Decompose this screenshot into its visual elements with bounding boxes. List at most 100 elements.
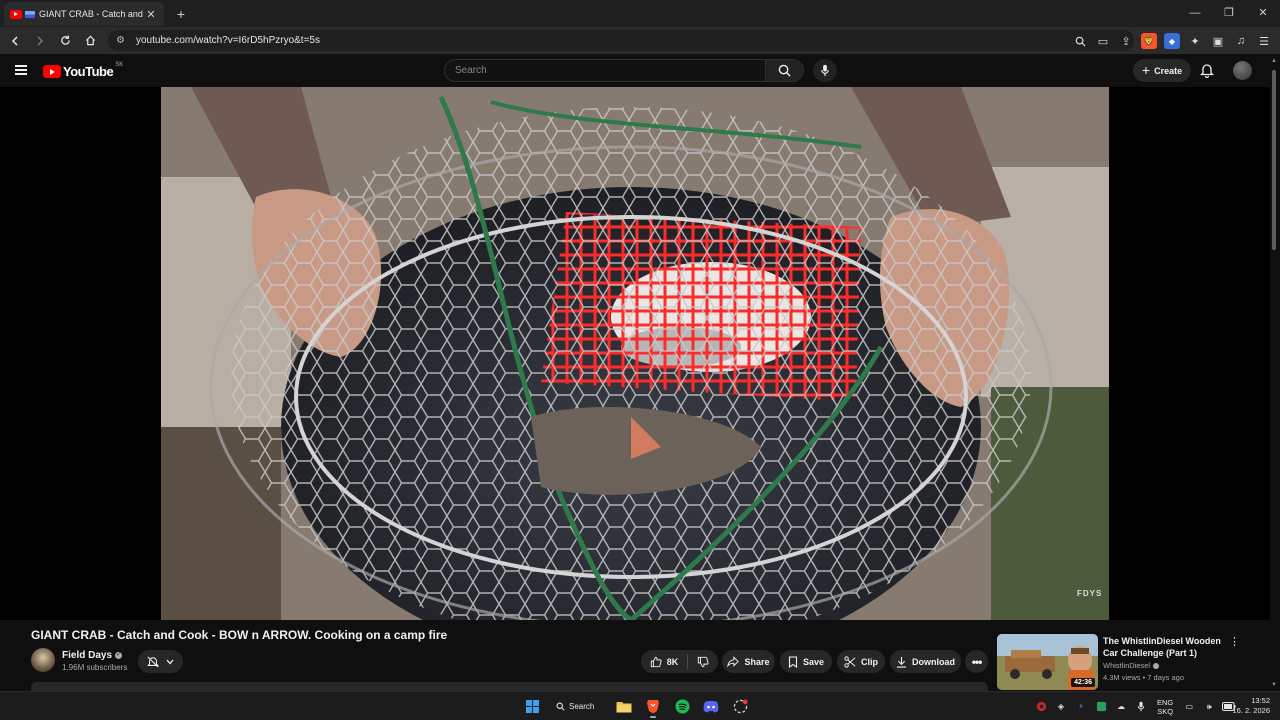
recommended-channel[interactable]: WhistlinDiesel bbox=[1103, 661, 1160, 670]
media-icon[interactable]: ♫ bbox=[1233, 33, 1249, 49]
recommended-video[interactable]: 42:36 The WhistlinDiesel Wooden Car Chal… bbox=[997, 634, 1267, 690]
back-button[interactable] bbox=[5, 31, 25, 51]
like-button[interactable]: 8K bbox=[650, 656, 678, 668]
more-actions-button[interactable]: ••• bbox=[965, 650, 988, 673]
video-player[interactable]: FDYS bbox=[0, 87, 1270, 620]
channel-name[interactable]: Field Days ✓ bbox=[62, 650, 123, 661]
taskbar-search-label: Search bbox=[569, 702, 595, 711]
share-arrow-icon bbox=[727, 656, 740, 667]
taskbar-apps: Search bbox=[521, 695, 751, 718]
youtube-logo[interactable]: YouTube SK bbox=[43, 62, 124, 79]
like-divider bbox=[687, 654, 689, 669]
close-tab-icon[interactable]: ✕ bbox=[144, 8, 158, 21]
download-button[interactable]: Download bbox=[890, 650, 961, 673]
tray-app-blue-icon[interactable]: ⚡ bbox=[1074, 700, 1088, 714]
discord-icon[interactable] bbox=[700, 696, 722, 718]
start-button[interactable] bbox=[521, 696, 543, 718]
search-button[interactable] bbox=[765, 60, 803, 81]
microphone-icon bbox=[821, 64, 829, 77]
browser-tab[interactable]: GIANT CRAB - Catch and Co... ✕ bbox=[4, 2, 164, 26]
dislike-button[interactable] bbox=[697, 656, 709, 668]
more-horizontal-icon: ••• bbox=[971, 654, 983, 669]
recommended-title[interactable]: The WhistlinDiesel Wooden Car Challenge … bbox=[1103, 635, 1228, 659]
scroll-down-icon[interactable]: ▼ bbox=[1271, 682, 1277, 688]
more-vertical-icon[interactable]: ⋮ bbox=[1229, 636, 1240, 648]
channel-name-text: Field Days bbox=[62, 650, 113, 661]
clock-date: 16. 2. 2026 bbox=[1232, 706, 1270, 715]
recommended-meta: 4.3M views • 7 days ago bbox=[1103, 673, 1184, 682]
forward-arrow-icon bbox=[37, 35, 44, 46]
site-info-icon[interactable]: ⚙ bbox=[116, 35, 128, 46]
thumbs-up-icon bbox=[650, 656, 662, 667]
steam-notification-icon[interactable] bbox=[729, 696, 751, 718]
home-button[interactable] bbox=[80, 31, 100, 51]
taskbar-search[interactable]: Search bbox=[550, 696, 606, 718]
clip-button[interactable]: Clip bbox=[837, 650, 885, 673]
window-controls: — ❐ ✕ bbox=[1178, 0, 1280, 27]
menu-icon[interactable]: ☰ bbox=[1256, 33, 1272, 49]
browser-toolbar: ⚙ youtube.com/watch?v=I6rD5hPzryo&t=5s ▭… bbox=[0, 27, 1280, 54]
extensions-icon[interactable]: ✦ bbox=[1187, 33, 1203, 49]
scrollbar-thumb[interactable] bbox=[1272, 70, 1276, 250]
channel-watermark[interactable]: FDYS bbox=[1077, 589, 1102, 598]
forward-button[interactable] bbox=[30, 31, 50, 51]
cast-icon[interactable]: ▭ bbox=[1095, 33, 1111, 49]
volume-icon[interactable]: 🕪 bbox=[1202, 700, 1216, 714]
tray-app-green-icon[interactable] bbox=[1094, 700, 1108, 714]
voice-search-button[interactable] bbox=[813, 59, 837, 82]
account-avatar[interactable] bbox=[1233, 61, 1252, 80]
verified-icon: ✓ bbox=[115, 652, 123, 659]
download-label: Download bbox=[912, 656, 955, 667]
youtube-header: YouTube SK + Create bbox=[0, 54, 1280, 87]
share-button[interactable]: Share bbox=[722, 650, 775, 673]
brave-browser-icon[interactable] bbox=[642, 696, 664, 718]
microphone-tray-icon[interactable] bbox=[1134, 700, 1148, 714]
video-frame[interactable] bbox=[161, 87, 1109, 620]
tab-title: GIANT CRAB - Catch and Co... bbox=[39, 9, 144, 19]
notifications-bell-icon[interactable] bbox=[1199, 63, 1216, 79]
like-dislike-group: 8K bbox=[641, 650, 718, 673]
tray-app-red-icon[interactable] bbox=[1034, 700, 1048, 714]
scroll-up-icon[interactable]: ▲ bbox=[1271, 58, 1277, 64]
minimize-button[interactable]: — bbox=[1178, 0, 1212, 27]
onedrive-icon[interactable]: ☁ bbox=[1114, 700, 1128, 714]
page-scrollbar[interactable]: ▲ ▼ bbox=[1270, 58, 1278, 688]
home-icon bbox=[85, 35, 95, 46]
subscription-notifications-button[interactable] bbox=[138, 650, 183, 673]
guide-menu-icon[interactable] bbox=[15, 65, 27, 75]
save-button[interactable]: Save bbox=[780, 650, 832, 673]
steam-tray-icon[interactable]: ◈ bbox=[1054, 700, 1068, 714]
language-code: ENG bbox=[1157, 697, 1174, 707]
windows-logo-icon bbox=[525, 700, 539, 713]
restore-button[interactable]: ❐ bbox=[1212, 0, 1246, 27]
share-page-icon[interactable]: ⇪ bbox=[1118, 33, 1134, 49]
recommended-channel-name: WhistlinDiesel bbox=[1103, 661, 1151, 670]
channel-avatar[interactable] bbox=[31, 648, 55, 672]
system-clock[interactable]: 13:52 16. 2. 2026 bbox=[1226, 696, 1270, 716]
zoom-icon[interactable] bbox=[1072, 33, 1088, 49]
youtube-favicon-icon bbox=[10, 9, 22, 19]
network-icon[interactable]: ▭ bbox=[1182, 700, 1196, 714]
create-button[interactable]: + Create bbox=[1133, 59, 1191, 82]
youtube-play-icon bbox=[43, 65, 61, 78]
input-language[interactable]: ENG SKQ bbox=[1157, 698, 1173, 716]
reload-icon bbox=[60, 35, 70, 45]
spotify-icon[interactable] bbox=[671, 696, 693, 718]
verified-icon bbox=[1153, 662, 1160, 669]
sidebar-icon[interactable]: ▣ bbox=[1210, 33, 1226, 49]
address-bar[interactable]: ⚙ youtube.com/watch?v=I6rD5hPzryo&t=5s bbox=[108, 30, 1134, 51]
extension-badge-icon[interactable]: ◆ bbox=[1164, 33, 1180, 49]
close-window-button[interactable]: ✕ bbox=[1246, 0, 1280, 27]
file-explorer-icon[interactable] bbox=[613, 696, 635, 718]
windows-taskbar: Search ◈ ⚡ ☁ ENG SKQ ▭ 🕪 13:52 16. 2. 20… bbox=[0, 691, 1280, 720]
brave-shields-icon[interactable]: 🦁 bbox=[1141, 33, 1157, 49]
country-code: SK bbox=[115, 62, 124, 68]
share-label: Share bbox=[744, 656, 770, 667]
new-tab-button[interactable]: + bbox=[170, 3, 192, 25]
search-icon bbox=[556, 702, 565, 711]
recommended-thumbnail[interactable]: 42:36 bbox=[997, 634, 1098, 690]
reload-button[interactable] bbox=[55, 31, 75, 51]
search-input[interactable] bbox=[445, 60, 765, 81]
clock-time: 13:52 bbox=[1251, 696, 1270, 705]
create-label: Create bbox=[1154, 65, 1183, 76]
